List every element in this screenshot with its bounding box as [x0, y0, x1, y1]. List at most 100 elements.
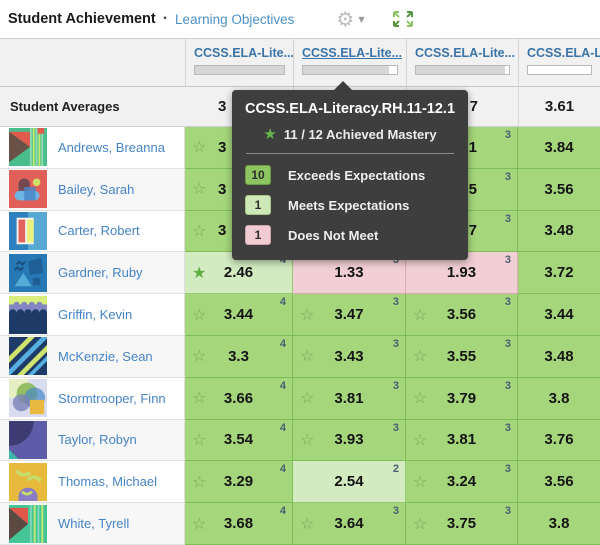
score-value: 3.8 — [549, 515, 570, 532]
score-value: 3.48 — [544, 222, 573, 239]
star-icon: ☆ — [192, 139, 206, 155]
standard-mastery-tooltip: CCSS.ELA-Literacy.RH.11-12.1 ★ 11 / 12 A… — [232, 90, 468, 260]
assignment-count: 3 — [505, 213, 511, 225]
avatar — [9, 128, 47, 166]
tooltip-standard-title: CCSS.ELA-Literacy.RH.11-12.1 — [232, 101, 468, 117]
score-cell[interactable]: ☆ 3.79 3 — [406, 378, 518, 420]
column-header-row: CCSS.ELA-Lite... CCSS.ELA-Lite... CCSS.E… — [0, 38, 600, 87]
standard-link-4[interactable]: CCSS.ELA-Lite... — [527, 46, 592, 60]
legend-label: Does Not Meet — [288, 228, 378, 243]
score-value: 1.33 — [334, 264, 363, 281]
score-cell[interactable]: 3.8 — [518, 378, 600, 420]
student-link[interactable]: Gardner, Ruby — [58, 265, 143, 280]
assignment-count: 3 — [505, 129, 511, 141]
star-icon: ☆ — [413, 432, 427, 448]
avatar — [9, 212, 47, 250]
score-value: 3.29 — [224, 473, 253, 490]
standard-link-2[interactable]: CCSS.ELA-Lite... — [302, 46, 398, 60]
star-icon: ☆ — [192, 390, 206, 406]
student-name-cell: Gardner, Ruby — [0, 252, 185, 294]
star-icon: ☆ — [192, 348, 206, 364]
score-cell[interactable]: ☆ 3.24 3 — [406, 461, 518, 503]
gear-icon: ⚙ — [336, 9, 354, 29]
score-value: 3 — [218, 139, 226, 156]
assignment-count: 2 — [393, 463, 399, 475]
page-header: Student Achievement · Learning Objective… — [0, 0, 600, 38]
score-cell[interactable]: 3.48 — [518, 336, 600, 378]
assignment-count: 3 — [393, 338, 399, 350]
student-link[interactable]: Andrews, Breanna — [58, 140, 165, 155]
settings-menu-button[interactable]: ⚙ ▼ — [336, 9, 364, 29]
avatar — [9, 170, 47, 208]
column-header-3: CCSS.ELA-Lite... — [406, 39, 518, 86]
score-cell[interactable]: 3.44 — [518, 294, 600, 336]
assignment-count: 3 — [505, 505, 511, 517]
standard-link-3[interactable]: CCSS.ELA-Lite... — [415, 46, 510, 60]
score-cell[interactable]: ☆ 3.47 3 — [293, 294, 406, 336]
score-cell[interactable]: 3.84 — [518, 127, 600, 169]
score-cell[interactable]: ☆ 3.93 3 — [293, 420, 406, 462]
meets-count-badge: 1 — [245, 195, 271, 215]
score-cell[interactable]: ☆ 3.81 3 — [293, 378, 406, 420]
page-title: Student Achievement — [8, 11, 156, 27]
score-cell[interactable]: ☆ 3.43 3 — [293, 336, 406, 378]
star-icon: ☆ — [192, 181, 206, 197]
student-row: Stormtrooper, Finn ☆ 3.66 4 ☆ 3.81 3 ☆ 3… — [0, 378, 600, 420]
score-cell[interactable]: ☆ 3.29 4 — [185, 461, 293, 503]
score-value: 3.56 — [447, 306, 476, 323]
star-icon: ☆ — [300, 348, 314, 364]
mastery-progress-bar-2 — [302, 65, 398, 75]
student-name-cell: Stormtrooper, Finn — [0, 378, 185, 420]
learning-objectives-link[interactable]: Learning Objectives — [175, 12, 294, 27]
score-cell[interactable]: 3.56 — [518, 461, 600, 503]
student-link[interactable]: Bailey, Sarah — [58, 182, 134, 197]
score-cell[interactable]: ☆ 3.81 3 — [406, 420, 518, 462]
assignment-count: 4 — [280, 296, 286, 308]
score-cell[interactable]: ☆ 3.55 3 — [406, 336, 518, 378]
score-value: 3.64 — [334, 515, 363, 532]
score-cell[interactable]: ☆ 3.64 3 — [293, 503, 406, 545]
score-cell[interactable]: ☆ 3.44 4 — [185, 294, 293, 336]
student-name-cell: Bailey, Sarah — [0, 169, 185, 211]
score-value: 3.3 — [228, 348, 249, 365]
score-cell[interactable]: 3.48 — [518, 211, 600, 253]
student-link[interactable]: McKenzie, Sean — [58, 349, 153, 364]
assignment-count: 3 — [393, 296, 399, 308]
student-name-cell: Taylor, Robyn — [0, 420, 185, 462]
legend-label: Meets Expectations — [288, 198, 409, 213]
avatar — [9, 337, 47, 375]
score-cell[interactable]: ☆ 3.54 4 — [185, 420, 293, 462]
score-value: 3.43 — [334, 348, 363, 365]
score-cell[interactable]: 3.8 — [518, 503, 600, 545]
student-link[interactable]: Thomas, Michael — [58, 474, 157, 489]
student-link[interactable]: Carter, Robert — [58, 223, 140, 238]
score-value: 3.56 — [544, 181, 573, 198]
mastery-progress-bar-3 — [415, 65, 510, 75]
star-icon: ☆ — [413, 516, 427, 532]
legend-label: Exceeds Expectations — [288, 168, 425, 183]
standard-link-1[interactable]: CCSS.ELA-Lite... — [194, 46, 285, 60]
assignment-count: 3 — [505, 254, 511, 266]
score-cell[interactable]: 3.56 — [518, 169, 600, 211]
star-icon: ☆ — [192, 307, 206, 323]
score-cell[interactable]: ☆ 3.68 4 — [185, 503, 293, 545]
tooltip-mastery-line: ★ 11 / 12 Achieved Mastery — [232, 127, 468, 142]
score-cell[interactable]: ☆ 3.75 3 — [406, 503, 518, 545]
score-cell[interactable]: ☆ 3.66 4 — [185, 378, 293, 420]
score-cell[interactable]: ☆ 3.3 4 — [185, 336, 293, 378]
avatar — [9, 421, 47, 459]
score-value: 3.47 — [334, 306, 363, 323]
student-link[interactable]: Taylor, Robyn — [58, 432, 137, 447]
student-link[interactable]: Griffin, Kevin — [58, 307, 132, 322]
score-cell[interactable]: 2.54 2 — [293, 461, 406, 503]
avatar — [9, 254, 47, 292]
score-value: 2.54 — [334, 473, 363, 490]
score-cell[interactable]: 3.76 — [518, 420, 600, 462]
score-cell[interactable]: 3.72 — [518, 252, 600, 294]
star-icon: ☆ — [300, 432, 314, 448]
column-header-1: CCSS.ELA-Lite... — [185, 39, 293, 86]
student-link[interactable]: Stormtrooper, Finn — [58, 391, 166, 406]
score-cell[interactable]: ☆ 3.56 3 — [406, 294, 518, 336]
expand-arrows-icon[interactable] — [390, 8, 416, 30]
student-link[interactable]: White, Tyrell — [58, 516, 129, 531]
